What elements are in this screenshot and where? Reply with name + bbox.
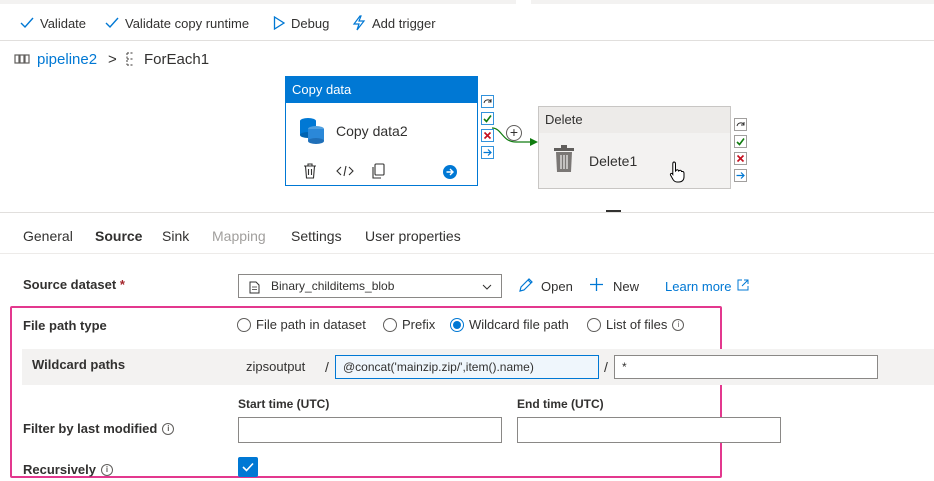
external-link-icon [737, 279, 749, 294]
foreach-icon [124, 52, 136, 69]
end-time-label: End time (UTC) [517, 397, 604, 411]
open-button[interactable]: Open [518, 277, 573, 296]
radio-circle [237, 317, 251, 332]
pipeline-icon [14, 53, 30, 68]
start-time-input[interactable] [238, 417, 502, 443]
chevron-down-icon [482, 276, 492, 298]
radio-circle-selected [450, 317, 464, 332]
required-mark: * [119, 277, 125, 292]
skip-icon[interactable] [733, 117, 747, 131]
dataset-file-icon [249, 279, 260, 301]
recursively-label: Recursively i [23, 462, 113, 477]
code-icon[interactable] [336, 165, 354, 180]
copy-activity-name: Copy data2 [336, 123, 408, 139]
info-icon[interactable]: i [162, 423, 175, 435]
resize-handle[interactable] [606, 210, 621, 212]
new-button[interactable]: New [589, 277, 639, 295]
end-time-input[interactable] [517, 417, 781, 443]
radio-circle [587, 317, 601, 332]
copy-data-activity[interactable]: Copy data Copy data2 [285, 76, 478, 186]
panel-divider [0, 212, 934, 213]
add-activity-button[interactable]: + [506, 125, 522, 141]
lightning-icon [352, 15, 366, 31]
tab-settings[interactable]: Settings [291, 228, 342, 244]
radio-label: List of files [606, 317, 668, 332]
tab-source[interactable]: Source [95, 228, 142, 244]
success-icon[interactable] [480, 111, 494, 125]
filter-by-last-modified-label: Filter by last modified i [23, 421, 175, 436]
top-rule [0, 0, 934, 4]
add-trigger-label: Add trigger [372, 15, 436, 31]
arrow-circle-icon[interactable] [443, 165, 457, 182]
radio-file-path-in-dataset[interactable]: File path in dataset [237, 317, 366, 332]
source-dataset-value: Binary_childitems_blob [271, 279, 395, 293]
source-dataset-label: Source dataset * [23, 277, 125, 292]
top-rule-gap [516, 0, 531, 4]
checkmark-icon [20, 17, 34, 29]
start-time-label: Start time (UTC) [238, 397, 330, 411]
completion-icon[interactable] [480, 145, 494, 159]
radio-wildcard-file-path[interactable]: Wildcard file path [450, 317, 569, 332]
pencil-icon [518, 277, 534, 296]
file-path-type-label: File path type [23, 318, 107, 333]
breadcrumb-activity: ForEach1 [144, 51, 210, 68]
radio-circle [383, 317, 397, 332]
tab-general[interactable]: General [23, 228, 73, 244]
radio-label: Wildcard file path [469, 317, 569, 332]
validate-button[interactable]: Validate [20, 14, 86, 32]
wildcard-paths-label: Wildcard paths [32, 357, 126, 372]
delete-activity-side-icons [733, 117, 747, 182]
open-label: Open [541, 279, 573, 294]
radio-list-of-files[interactable]: List of files i [587, 317, 685, 332]
wildcard-file-value: * [622, 360, 627, 374]
tabs-underline [0, 253, 934, 254]
radio-label: File path in dataset [256, 317, 366, 332]
tab-mapping: Mapping [212, 228, 266, 244]
copy-activity-header: Copy data [286, 77, 477, 103]
wildcard-file-input[interactable]: * [614, 355, 878, 379]
debug-button[interactable]: Debug [273, 14, 329, 32]
clone-icon[interactable] [371, 163, 385, 182]
completion-icon[interactable] [733, 168, 747, 182]
delete-activity-name: Delete1 [589, 153, 638, 169]
source-dataset-select[interactable]: Binary_childitems_blob [238, 274, 502, 298]
delete-trash-icon [553, 145, 575, 176]
path-separator: / [325, 359, 329, 375]
skip-icon[interactable] [480, 94, 494, 108]
checkmark-icon [105, 17, 119, 29]
checkmark-icon [242, 462, 254, 472]
wildcard-folder-value: @concat('mainzip.zip/',item().name) [343, 360, 534, 374]
validate-copy-runtime-button[interactable]: Validate copy runtime [105, 14, 249, 32]
learn-more-label: Learn more [665, 279, 732, 294]
tab-sink[interactable]: Sink [162, 228, 189, 244]
add-trigger-button[interactable]: Add trigger [352, 14, 436, 32]
delete-activity[interactable]: Delete Delete1 [538, 106, 731, 189]
copy-data-icon [298, 115, 326, 148]
radio-prefix[interactable]: Prefix [383, 317, 435, 332]
play-icon [273, 16, 285, 30]
validate-copy-runtime-label: Validate copy runtime [125, 15, 250, 31]
path-separator: / [604, 359, 608, 375]
debug-label: Debug [291, 15, 330, 31]
breadcrumb-separator: > [108, 51, 117, 68]
breadcrumb-pipeline-link[interactable]: pipeline2 [37, 51, 97, 68]
toolbar-divider [0, 40, 934, 41]
success-icon[interactable] [733, 134, 747, 148]
cursor-icon [669, 161, 685, 186]
wildcard-container: zipsoutput [246, 359, 306, 374]
info-icon[interactable]: i [672, 318, 685, 331]
plus-icon [589, 277, 604, 295]
trash-icon[interactable] [303, 163, 317, 182]
info-icon[interactable]: i [101, 464, 113, 476]
delete-activity-header: Delete [539, 107, 730, 133]
radio-dot [453, 320, 461, 329]
wildcard-folder-input[interactable]: @concat('mainzip.zip/',item().name) [335, 355, 599, 379]
radio-label: Prefix [402, 317, 436, 332]
tab-user-properties[interactable]: User properties [365, 228, 461, 244]
learn-more-link[interactable]: Learn more [665, 279, 749, 294]
recursively-checkbox[interactable] [238, 457, 258, 477]
failure-icon[interactable] [733, 151, 747, 165]
validate-label: Validate [40, 15, 87, 31]
new-label: New [613, 278, 640, 294]
